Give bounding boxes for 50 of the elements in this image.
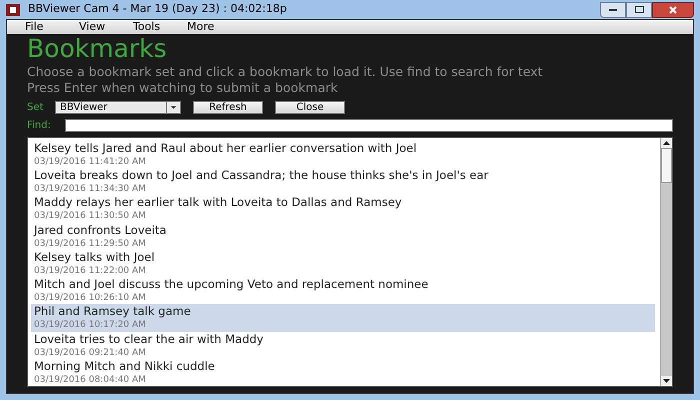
- app-icon: [6, 4, 20, 16]
- minimize-button[interactable]: [600, 2, 626, 18]
- bookmark-item[interactable]: Kelsey talks with Joel 03/19/2016 11:22:00 AM: [31, 250, 655, 278]
- bookmark-item[interactable]: Phil and Ramsey talk game 03/19/2016 10:17:20 AM: [31, 304, 655, 332]
- toolbar-button[interactable]: Refresh: [193, 101, 263, 114]
- bookmark-item[interactable]: Loveita tries to clear the air with Maddy 03/19/2016 09:21:40 AM: [31, 332, 655, 359]
- bookmark-item[interactable]: Jared confronts Loveita 03/19/2016 11:29:50 AM: [31, 222, 655, 250]
- set-dropdown[interactable]: BBViewer: [55, 101, 181, 114]
- bookmark-time: 03/19/2016 11:29:50 AM: [34, 238, 147, 250]
- instruction-text: Choose a bookmark set and click a bookmark to load it. Use find to search for text: [27, 64, 544, 80]
- scroll-down-icon[interactable]: [661, 376, 672, 386]
- bookmark-title: Mitch and Joel discuss the upcoming Veto and replacement nominee: [34, 277, 430, 292]
- scroll-up-icon[interactable]: [661, 138, 672, 148]
- bookmark-title: Phil and Ramsey talk game: [34, 304, 192, 320]
- bookmark-item[interactable]: Loveita breaks down to Joel and Cassandra; the house thinks she's in Joel's ear 03/19/2016 11:34:30 AM: [31, 168, 655, 196]
- bookmark-time: 03/19/2016 10:26:10 AM: [34, 292, 147, 304]
- menu-item[interactable]: View: [79, 18, 133, 36]
- set-label: Set: [27, 101, 44, 115]
- bookmark-item[interactable]: Morning Mitch and Nikki cuddle 03/19/2016 08:04:40 AM: [31, 358, 655, 386]
- maximize-button[interactable]: [626, 2, 652, 18]
- window-title: BBViewer Cam 4 - Mar 19 (Day 23) : 04:02:18p: [28, 1, 287, 18]
- close-button[interactable]: [652, 2, 694, 18]
- scrollbar[interactable]: [660, 138, 672, 386]
- toolbar-button[interactable]: Close: [275, 101, 345, 114]
- bookmark-time: 03/19/2016 10:17:20 AM: [34, 319, 147, 332]
- bookmark-time: 03/19/2016 11:41:20 AM: [34, 156, 147, 168]
- menu-item[interactable]: File: [25, 18, 79, 36]
- bookmark-title: Loveita breaks down to Joel and Cassandra; the house thinks she's in Joel's ear: [34, 168, 490, 184]
- bookmark-item[interactable]: Mitch and Joel discuss the upcoming Veto and replacement nominee 03/19/2016 10:26:10 AM: [31, 277, 655, 304]
- close-icon: [669, 6, 677, 14]
- bookmark-title: Kelsey tells Jared and Raul about her earlier conversation with Joel: [34, 141, 418, 156]
- bookmark-time: 03/19/2016 11:34:30 AM: [34, 183, 147, 196]
- bookmark-title: Jared confronts Loveita: [34, 222, 168, 238]
- bookmark-title: Maddy relays her earlier talk with Loveita to Dallas and Ramsey: [34, 195, 403, 210]
- menu-item[interactable]: Tools: [133, 18, 187, 36]
- bookmark-item[interactable]: Maddy relays her earlier talk with Loveita to Dallas and Ramsey 03/19/2016 11:30:50 AM: [31, 195, 655, 223]
- find-label: Find:: [27, 119, 52, 133]
- scrollbar-thumb[interactable]: [661, 148, 672, 183]
- bookmark-time: 03/19/2016 11:30:50 AM: [34, 210, 147, 222]
- page-heading: Bookmarks: [27, 34, 168, 64]
- menu-item[interactable]: More: [187, 18, 241, 36]
- bookmark-title: Morning Mitch and Nikki cuddle: [34, 358, 216, 374]
- find-field[interactable]: [65, 119, 673, 132]
- bookmark-time: 03/19/2016 08:04:40 AM: [34, 374, 147, 386]
- bookmark-title: Kelsey talks with Joel: [34, 250, 156, 265]
- bookmark-title: Loveita tries to clear the air with Maddy: [34, 332, 264, 347]
- bookmark-time: 03/19/2016 11:22:00 AM: [34, 264, 147, 277]
- instruction-text: Press Enter when watching to submit a bookmark: [27, 80, 339, 96]
- bookmark-item[interactable]: Kelsey tells Jared and Raul about her earlier conversation with Joel 03/19/2016 11:41:20 AM: [31, 141, 655, 168]
- bookmark-time: 03/19/2016 09:21:40 AM: [34, 346, 147, 359]
